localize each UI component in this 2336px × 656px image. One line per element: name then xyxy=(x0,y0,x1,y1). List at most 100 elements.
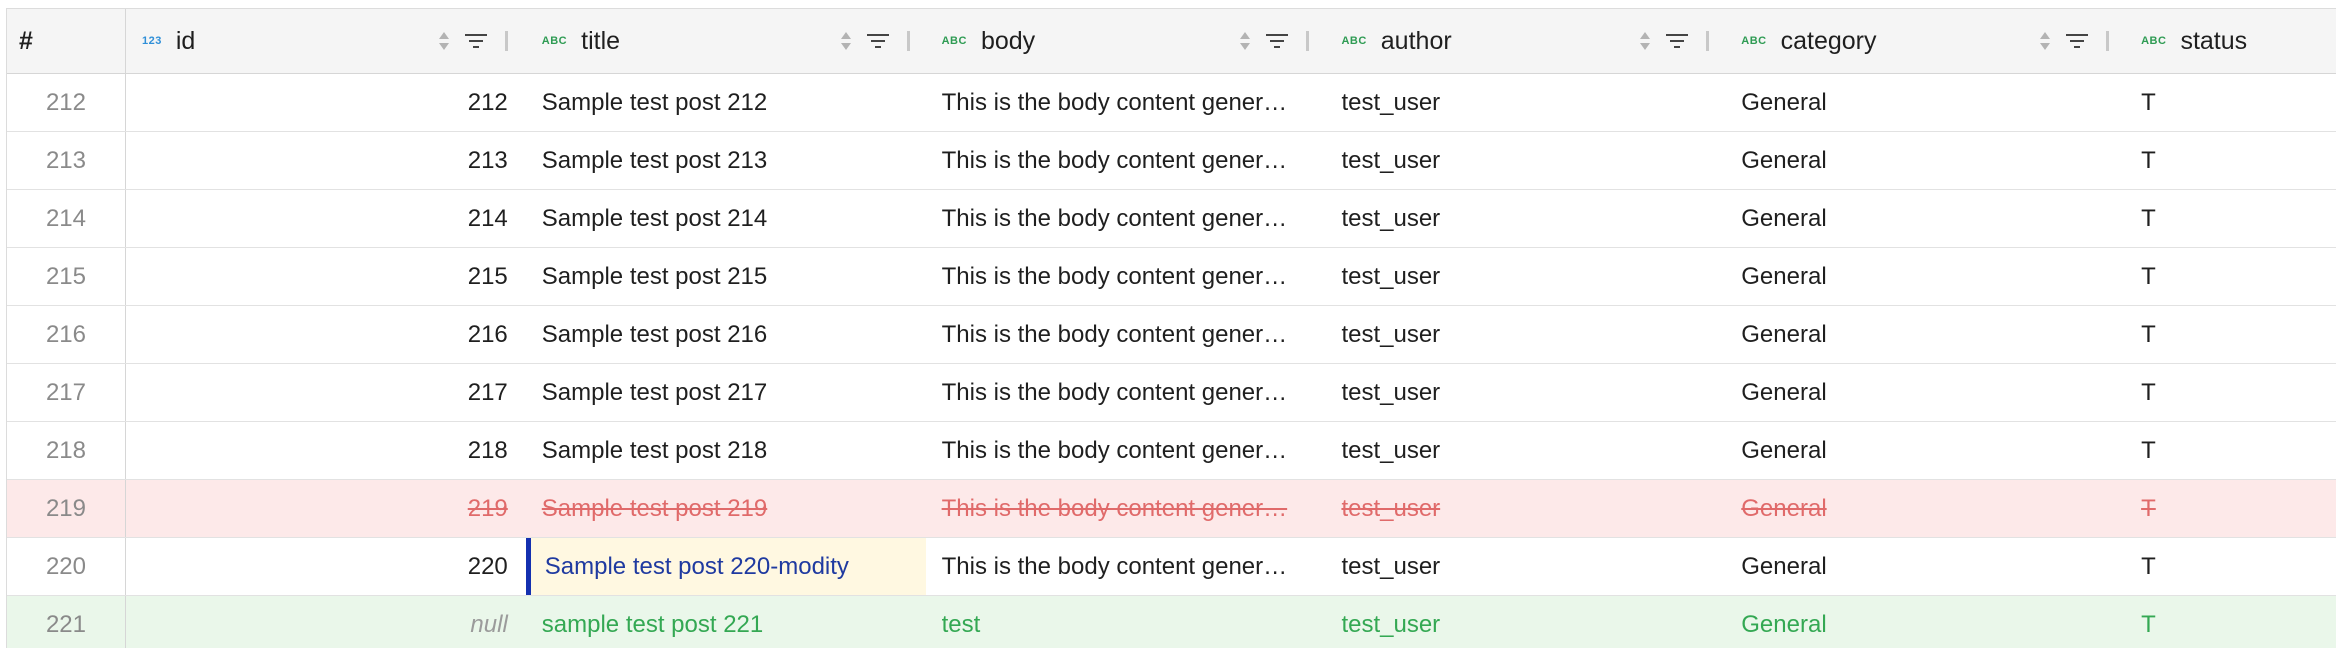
cell-title[interactable]: Sample test post 217 xyxy=(526,364,926,421)
column-resize-handle[interactable] xyxy=(504,31,508,51)
cell-id[interactable]: 219 xyxy=(126,480,526,537)
cell-id[interactable]: 216 xyxy=(126,306,526,363)
column-resize-handle[interactable] xyxy=(906,31,910,51)
table-row[interactable]: 213 213 Sample test post 213 This is the… xyxy=(7,132,2336,190)
cell-body[interactable]: This is the body content gener… xyxy=(926,364,1326,421)
cell-category[interactable]: General xyxy=(1725,132,2125,189)
cell-category[interactable]: General xyxy=(1725,74,2125,131)
cell-author[interactable]: test_user xyxy=(1325,596,1725,648)
cell-body[interactable]: test xyxy=(926,596,1326,648)
cell-title[interactable]: Sample test post 218 xyxy=(526,422,926,479)
filter-icon[interactable] xyxy=(464,33,487,49)
column-header-title[interactable]: ABC title xyxy=(526,9,926,73)
column-resize-handle[interactable] xyxy=(1706,31,1710,51)
cell-status[interactable]: T xyxy=(2125,132,2336,189)
cell-id[interactable]: 218 xyxy=(126,422,526,479)
column-header-status[interactable]: ABC status xyxy=(2125,9,2336,73)
table-row[interactable]: 217 217 Sample test post 217 This is the… xyxy=(7,364,2336,422)
table-row-inserted[interactable]: 221 null sample test post 221 test test_… xyxy=(7,596,2336,648)
cell-body[interactable]: This is the body content gener… xyxy=(926,480,1326,537)
column-header-label: status xyxy=(2180,26,2248,55)
cell-author[interactable]: test_user xyxy=(1325,364,1725,421)
column-resize-handle[interactable] xyxy=(1306,31,1310,51)
cell-body[interactable]: This is the body content gener… xyxy=(926,538,1326,595)
filter-icon[interactable] xyxy=(1666,33,1689,49)
table-row[interactable]: 216 216 Sample test post 216 This is the… xyxy=(7,306,2336,364)
cell-id[interactable]: 214 xyxy=(126,190,526,247)
cell-author[interactable]: test_user xyxy=(1325,538,1725,595)
cell-body[interactable]: This is the body content gener… xyxy=(926,422,1326,479)
cell-title[interactable]: Sample test post 212 xyxy=(526,74,926,131)
cell-category[interactable]: General xyxy=(1725,480,2125,537)
table-row[interactable]: 215 215 Sample test post 215 This is the… xyxy=(7,248,2336,306)
cell-status[interactable]: T xyxy=(2125,190,2336,247)
cell-id[interactable]: 220 xyxy=(126,538,526,595)
cell-id[interactable]: 217 xyxy=(126,364,526,421)
cell-body[interactable]: This is the body content gener… xyxy=(926,248,1326,305)
cell-category[interactable]: General xyxy=(1725,364,2125,421)
table-row[interactable]: 218 218 Sample test post 218 This is the… xyxy=(7,422,2336,480)
row-index: 212 xyxy=(7,74,126,131)
sort-icon[interactable] xyxy=(1238,30,1252,52)
sort-icon[interactable] xyxy=(437,30,451,52)
cell-author[interactable]: test_user xyxy=(1325,190,1725,247)
cell-status[interactable]: T xyxy=(2125,74,2336,131)
column-resize-handle[interactable] xyxy=(2106,31,2110,51)
cell-category[interactable]: General xyxy=(1725,422,2125,479)
cell-body[interactable]: This is the body content gener… xyxy=(926,306,1326,363)
cell-body[interactable]: This is the body content gener… xyxy=(926,74,1326,131)
cell-category[interactable]: General xyxy=(1725,596,2125,648)
cell-title[interactable]: Sample test post 215 xyxy=(526,248,926,305)
cell-status[interactable]: T xyxy=(2125,364,2336,421)
row-index: 218 xyxy=(7,422,126,479)
cell-author[interactable]: test_user xyxy=(1325,248,1725,305)
cell-author[interactable]: test_user xyxy=(1325,306,1725,363)
filter-icon[interactable] xyxy=(2066,33,2089,49)
cell-status[interactable]: T xyxy=(2125,422,2336,479)
cell-id[interactable]: null xyxy=(126,596,526,648)
table-row[interactable]: 212 212 Sample test post 212 This is the… xyxy=(7,74,2336,132)
table-row-modified[interactable]: 220 220 Sample test post 220-modity This… xyxy=(7,538,2336,596)
row-index: 217 xyxy=(7,364,126,421)
cell-author[interactable]: test_user xyxy=(1325,480,1725,537)
cell-category[interactable]: General xyxy=(1725,306,2125,363)
table-row[interactable]: 214 214 Sample test post 214 This is the… xyxy=(7,190,2336,248)
cell-id[interactable]: 212 xyxy=(126,74,526,131)
cell-title[interactable]: sample test post 221 xyxy=(526,596,926,648)
cell-title-edited[interactable]: Sample test post 220-modity xyxy=(525,538,926,595)
cell-id[interactable]: 213 xyxy=(126,132,526,189)
cell-status[interactable]: T xyxy=(2125,480,2336,537)
cell-category[interactable]: General xyxy=(1725,248,2125,305)
table-row-deleted[interactable]: 219 219 Sample test post 219 This is the… xyxy=(7,480,2336,538)
cell-title[interactable]: Sample test post 216 xyxy=(526,306,926,363)
column-header-id[interactable]: 123 id xyxy=(126,9,526,73)
cell-body[interactable]: This is the body content gener… xyxy=(926,190,1326,247)
cell-title[interactable]: Sample test post 219 xyxy=(526,480,926,537)
header-index-label: # xyxy=(19,26,33,55)
cell-title[interactable]: Sample test post 214 xyxy=(526,190,926,247)
grid-header-row: # 123 id ABC title ABC body ABC author A… xyxy=(7,9,2336,74)
sort-icon[interactable] xyxy=(1638,30,1652,52)
row-index: 216 xyxy=(7,306,126,363)
cell-author[interactable]: test_user xyxy=(1325,74,1725,131)
cell-body[interactable]: This is the body content gener… xyxy=(926,132,1326,189)
column-header-category[interactable]: ABC category xyxy=(1725,9,2125,73)
cell-status[interactable]: T xyxy=(2125,306,2336,363)
column-header-label: author xyxy=(1380,26,1452,55)
cell-title[interactable]: Sample test post 213 xyxy=(526,132,926,189)
cell-status[interactable]: T xyxy=(2125,596,2336,648)
cell-id[interactable]: 215 xyxy=(126,248,526,305)
cell-category[interactable]: General xyxy=(1725,190,2125,247)
sort-icon[interactable] xyxy=(2038,30,2052,52)
sort-icon[interactable] xyxy=(839,30,853,52)
column-header-author[interactable]: ABC author xyxy=(1325,9,1725,73)
filter-icon[interactable] xyxy=(1266,33,1289,49)
cell-status[interactable]: T xyxy=(2125,248,2336,305)
cell-author[interactable]: test_user xyxy=(1325,422,1725,479)
cell-author[interactable]: test_user xyxy=(1325,132,1725,189)
cell-status[interactable]: T xyxy=(2125,538,2336,595)
filter-icon[interactable] xyxy=(866,33,889,49)
column-header-body[interactable]: ABC body xyxy=(926,9,1326,73)
row-index: 221 xyxy=(7,596,126,648)
cell-category[interactable]: General xyxy=(1725,538,2125,595)
